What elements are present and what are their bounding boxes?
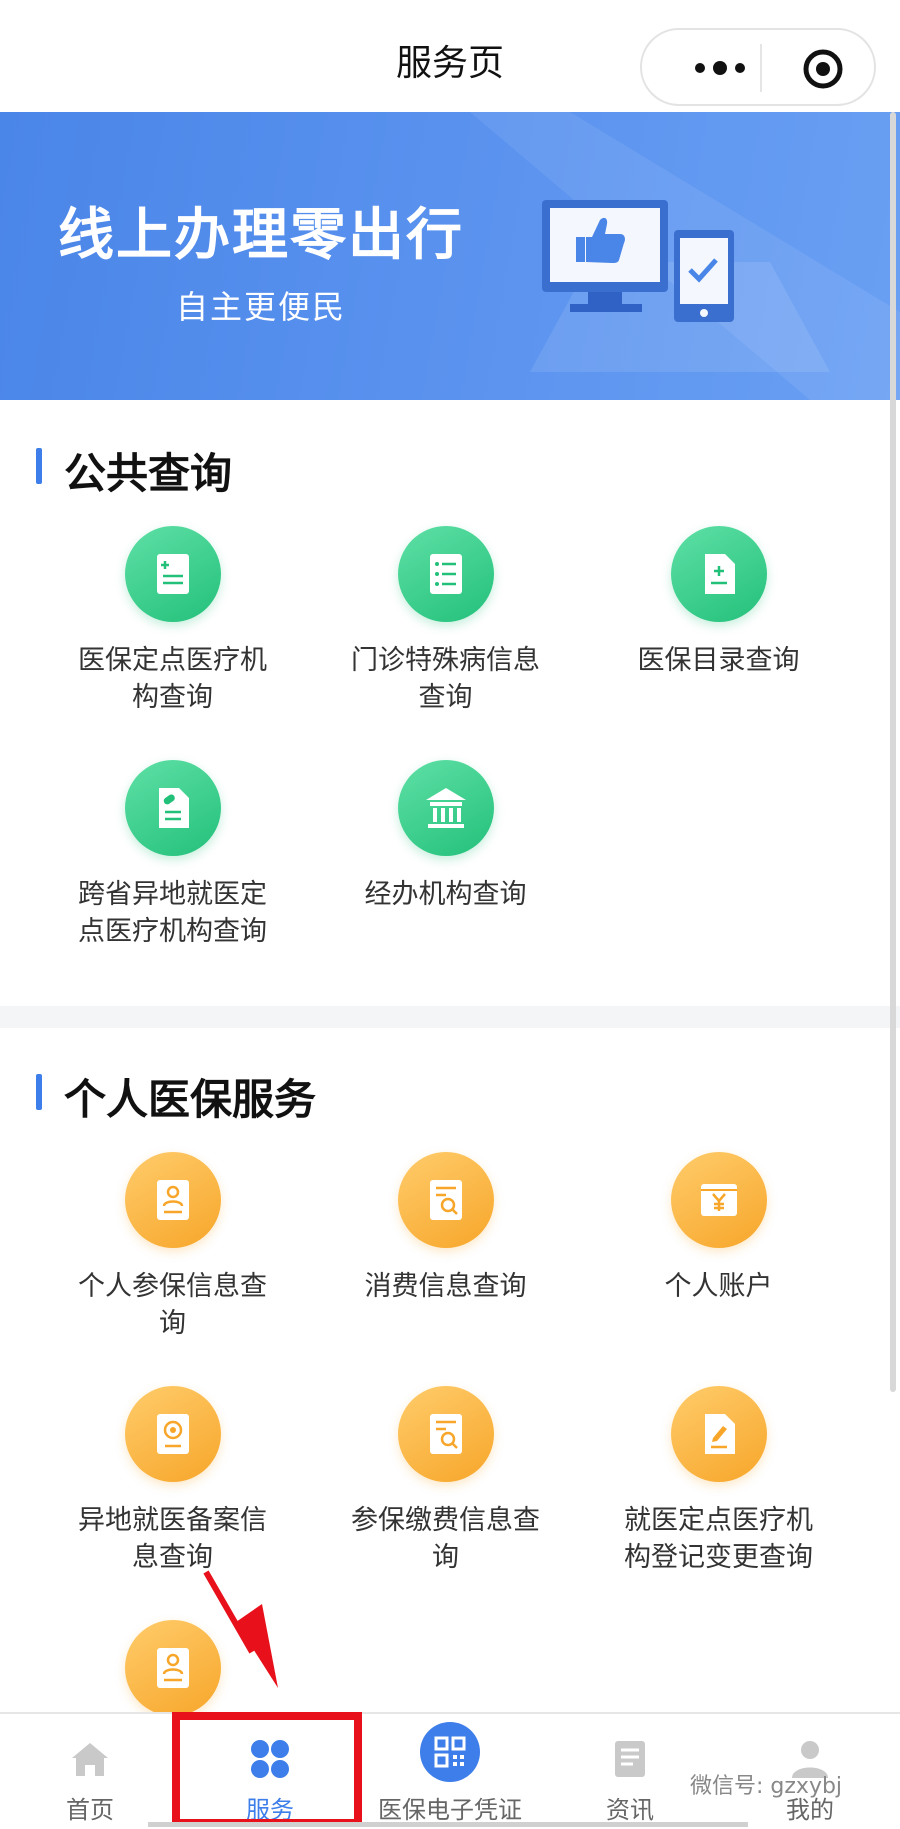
- service-agency-query[interactable]: 经办机构查询: [309, 760, 582, 913]
- pill-doc-icon: [124, 760, 221, 856]
- more-icon[interactable]: [680, 53, 760, 83]
- service-consumption-query[interactable]: 消费信息查询: [309, 1152, 582, 1305]
- service-label: 个人参保信息查询: [78, 1271, 267, 1339]
- section-title-label: 公共查询: [64, 449, 233, 498]
- nav-home[interactable]: 首页: [0, 1714, 180, 1829]
- top-bar: 服务页: [0, 0, 900, 112]
- news-icon: [615, 1741, 645, 1777]
- edit-doc-icon: [670, 1386, 767, 1482]
- banner-title: 线上办理零出行: [58, 203, 464, 268]
- nav-label: 首页: [66, 1796, 114, 1824]
- service-personal-account[interactable]: 个人账户: [582, 1152, 855, 1305]
- watermark: 微信号: gzxybj: [690, 1774, 843, 1799]
- service-catalog-query[interactable]: 医保目录查询: [582, 526, 855, 679]
- service-label: 参保缴费信息查询: [351, 1505, 540, 1573]
- scrollbar[interactable]: [890, 112, 896, 1392]
- service-label: 消费信息查询: [364, 1271, 527, 1302]
- banner[interactable]: 线上办理零出行 自主更便民: [0, 112, 900, 400]
- section-divider: [0, 1006, 900, 1028]
- service-label: 异地就医备案信息查询: [78, 1505, 267, 1573]
- medical-doc-icon: [124, 526, 221, 622]
- section-title-bar: [36, 448, 42, 484]
- home-indicator: [148, 1822, 748, 1827]
- service-institution-change-query[interactable]: 就医定点医疗机构登记变更查询: [582, 1386, 855, 1576]
- service-label: 医保目录查询: [637, 645, 800, 676]
- service-label: 门诊特殊病信息查询: [351, 645, 540, 713]
- search-doc-icon: [397, 1386, 494, 1482]
- person-card-icon: [124, 1152, 221, 1248]
- service-personal-insurance-info[interactable]: 个人参保信息查询: [36, 1152, 309, 1342]
- nav-label: 医保电子凭证: [378, 1796, 522, 1824]
- nav-e-voucher[interactable]: 医保电子凭证: [360, 1714, 540, 1829]
- service-payment-info-query[interactable]: 参保缴费信息查询: [309, 1386, 582, 1576]
- service-label: 经办机构查询: [364, 879, 527, 910]
- home-icon: [72, 1743, 108, 1776]
- service-label: 个人账户: [664, 1271, 773, 1302]
- service-label: 跨省异地就医定点医疗机构查询: [78, 879, 267, 947]
- service-designated-institution-query[interactable]: 医保定点医疗机构查询: [36, 526, 309, 716]
- mini-program-capsule: [640, 28, 876, 106]
- computer-like-illustration: [470, 112, 900, 400]
- file-plus-icon: [670, 526, 767, 622]
- service-cross-province-institution-query[interactable]: 跨省异地就医定点医疗机构查询: [36, 760, 309, 950]
- service-label: 就医定点医疗机构登记变更查询: [624, 1505, 813, 1573]
- service-remote-filing-query[interactable]: 异地就医备案信息查询: [36, 1386, 309, 1576]
- highlight-box: [172, 1712, 362, 1827]
- section-title-public-query: 公共查询: [36, 440, 232, 501]
- camera-doc-icon: [124, 1386, 221, 1482]
- section-title-personal-service: 个人医保服务: [36, 1066, 316, 1127]
- service-outpatient-special-disease-query[interactable]: 门诊特殊病信息查询: [309, 526, 582, 716]
- banner-subtitle: 自主更便民: [176, 288, 347, 326]
- list-doc-icon: [397, 526, 494, 622]
- capsule-divider: [760, 44, 762, 92]
- wallet-yen-icon: [670, 1152, 767, 1248]
- service-label: 医保定点医疗机构查询: [78, 645, 267, 713]
- section-title-label: 个人医保服务: [64, 1075, 317, 1124]
- institution-icon: [397, 760, 494, 856]
- section-title-bar: [36, 1074, 42, 1110]
- qr-code-icon: [420, 1722, 480, 1782]
- person-card-icon: [124, 1620, 221, 1716]
- close-target-icon[interactable]: [802, 48, 844, 90]
- search-doc-icon: [397, 1152, 494, 1248]
